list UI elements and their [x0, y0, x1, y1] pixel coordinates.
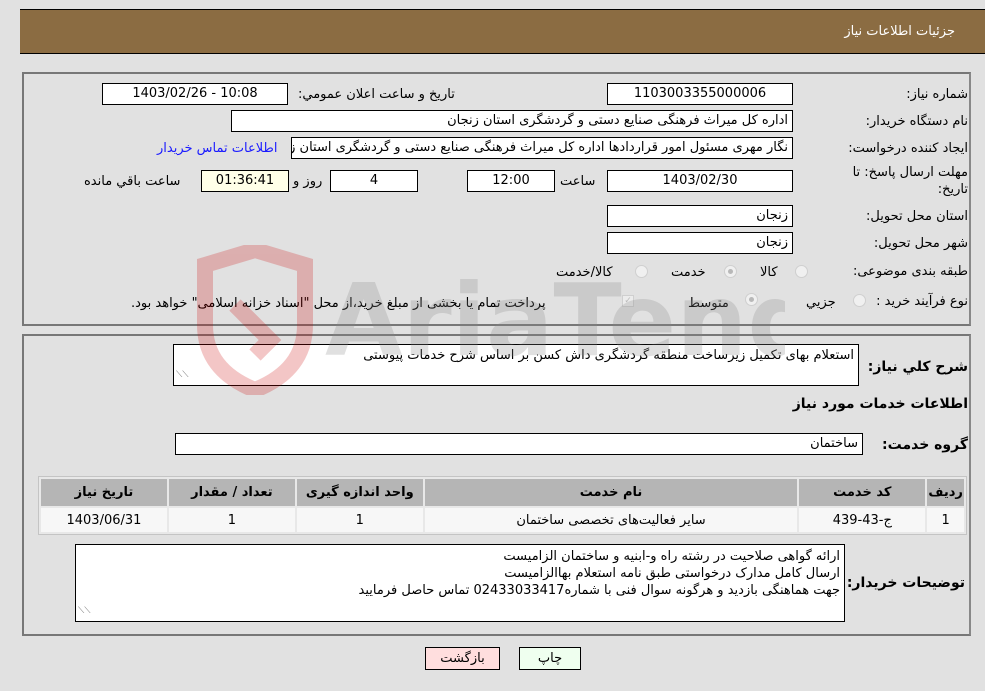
- need-number-label: شماره نیاز:: [906, 87, 968, 102]
- purchase-type-radio-medium[interactable]: [745, 293, 758, 306]
- table-row: 1 ج-43-439 سایر فعالیت‌های تخصصی ساختمان…: [41, 508, 964, 532]
- purchase-type-label: نوع فرآيند خريد :: [876, 294, 968, 309]
- deadline-time-label: ساعت: [560, 174, 596, 189]
- summary-text: استعلام بهای تکمیل زیرساخت منطقه گردشگری…: [363, 348, 854, 363]
- purchase-type-option-medium: متوسط: [688, 296, 729, 311]
- cell-row-number: 1: [927, 508, 964, 532]
- purchase-type-radio-minor[interactable]: [853, 294, 866, 307]
- print-button[interactable]: چاپ: [519, 647, 581, 670]
- buyer-org-label: نام دستگاه خريدار:: [865, 114, 968, 129]
- col-need-date: تاريخ نياز: [41, 479, 167, 506]
- requester-label: ايجاد کننده درخواست:: [848, 141, 968, 156]
- col-unit: واحد اندازه گيری: [296, 479, 423, 506]
- page-header: جزئیات اطلاعات نیاز: [20, 9, 985, 54]
- cell-quantity: 1: [168, 508, 295, 532]
- category-radio-goods[interactable]: [795, 265, 808, 278]
- col-service-code: کد خدمت: [799, 479, 926, 506]
- buyer-notes-label: توضيحات خريدار:: [846, 575, 965, 591]
- deadline-date-field[interactable]: 1403/02/30: [607, 170, 793, 192]
- deadline-time-field[interactable]: 12:00: [467, 170, 555, 192]
- col-row-number: رديف: [927, 479, 964, 506]
- cell-need-date: 1403/06/31: [41, 508, 167, 532]
- page-title: جزئیات اطلاعات نیاز: [844, 24, 955, 39]
- buyer-notes-line: ارائه گواهی صلاحیت در رشته راه و-ابنیه و…: [503, 549, 840, 564]
- buyer-notes-line: جهت هماهنگی بازدید و هرگونه سوال فنی با …: [358, 583, 840, 598]
- deadline-label: مهلت ارسال پاسخ: تا: [852, 165, 968, 180]
- treasury-note: پرداخت تمام يا بخشی از مبلغ خريد،از محل …: [131, 296, 546, 311]
- province-field[interactable]: زنجان: [607, 205, 793, 227]
- col-service-name: نام خدمت: [424, 479, 798, 506]
- deadline-label-2: تاريخ:: [937, 182, 968, 197]
- back-button[interactable]: بازگشت: [425, 647, 500, 670]
- remaining-time-field[interactable]: 01:36:41: [201, 170, 289, 192]
- category-label: طبقه بندی موضوعی:: [852, 264, 968, 279]
- days-label: روز و: [293, 174, 323, 189]
- need-number-field[interactable]: 1103003355000006: [607, 83, 793, 105]
- table-header-row: رديف کد خدمت نام خدمت واحد اندازه گيری ت…: [41, 479, 964, 506]
- category-option-goods: کالا: [760, 265, 778, 280]
- summary-textarea[interactable]: استعلام بهای تکمیل زیرساخت منطقه گردشگری…: [173, 344, 859, 386]
- col-quantity: تعداد / مقدار: [168, 479, 295, 506]
- city-field[interactable]: زنجان: [607, 232, 793, 254]
- purchase-type-option-minor: جزيي: [806, 295, 836, 310]
- buyer-notes-textarea[interactable]: ارائه گواهی صلاحیت در رشته راه و-ابنیه و…: [75, 544, 845, 622]
- city-label: شهر محل تحويل:: [873, 236, 968, 251]
- announce-datetime-field[interactable]: 1403/02/26 - 10:08: [102, 83, 288, 105]
- service-group-field[interactable]: ساختمان: [175, 433, 863, 455]
- buyer-contact-link[interactable]: اطلاعات تماس خريدار: [157, 141, 277, 156]
- remaining-label: ساعت باقي مانده: [84, 174, 181, 189]
- treasury-checkbox[interactable]: ✓: [622, 295, 634, 307]
- cell-service-code: ج-43-439: [799, 508, 926, 532]
- services-table: رديف کد خدمت نام خدمت واحد اندازه گيری ت…: [38, 476, 967, 535]
- resize-grip-icon[interactable]: ⟋⟋: [176, 366, 189, 384]
- resize-grip-icon[interactable]: ⟋⟋: [78, 603, 91, 620]
- category-option-goods-service: کالا/خدمت: [556, 265, 613, 280]
- services-heading: اطلاعات خدمات مورد نياز: [792, 396, 968, 412]
- cell-service-name: سایر فعالیت‌های تخصصی ساختمان: [424, 508, 798, 532]
- requester-field[interactable]: نگار مهری مسئول امور قراردادها اداره کل …: [291, 137, 793, 159]
- category-radio-goods-service[interactable]: [635, 265, 648, 278]
- category-radio-service[interactable]: [724, 265, 737, 278]
- category-option-service: خدمت: [671, 265, 706, 280]
- province-label: استان محل تحويل:: [866, 209, 968, 224]
- summary-label: شرح کلي نياز:: [867, 359, 968, 375]
- cell-unit: 1: [296, 508, 423, 532]
- buyer-org-field[interactable]: اداره کل میراث فرهنگی صنایع دستی و گردشگ…: [231, 110, 793, 132]
- buyer-notes-line: ارسال کامل مدارک درخواستی طبق نامه استعل…: [504, 566, 840, 581]
- service-group-label: گروه خدمت:: [882, 437, 968, 453]
- announce-datetime-label: تاريخ و ساعت اعلان عمومي:: [298, 87, 455, 102]
- remaining-days-field[interactable]: 4: [330, 170, 418, 192]
